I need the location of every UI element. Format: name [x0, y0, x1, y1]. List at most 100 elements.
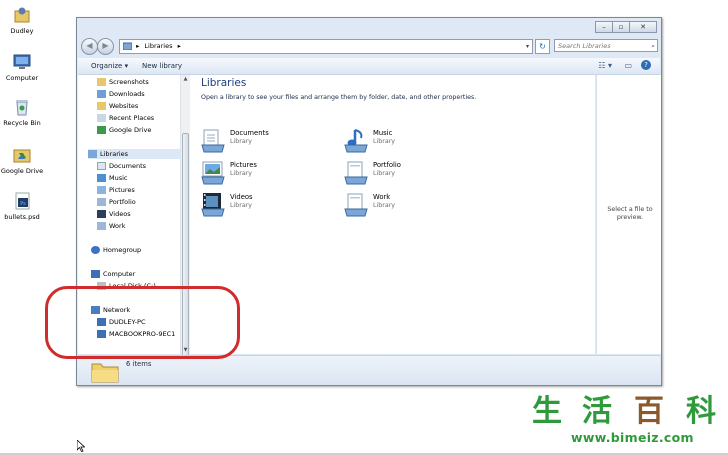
address-dropdown-icon[interactable]: ▾	[526, 40, 529, 53]
pictures-icon	[97, 186, 106, 194]
nav-item-screenshots[interactable]: Screenshots	[97, 77, 149, 87]
videos-icon	[97, 210, 106, 218]
maximize-button[interactable]: ▫	[612, 21, 630, 33]
library-kind: Library	[373, 138, 396, 145]
music-library-icon	[344, 129, 368, 153]
library-icon	[97, 198, 106, 206]
desktop-icon-label: Dudley	[10, 27, 34, 35]
caption-buttons: – ▫ ✕	[595, 21, 657, 33]
organize-button[interactable]: Organize ▾	[88, 60, 131, 72]
forward-button[interactable]: ▶	[97, 38, 114, 55]
library-icon	[344, 193, 368, 217]
watermark-char: 活	[582, 394, 612, 429]
library-name: Documents	[230, 129, 269, 137]
library-portfolio[interactable]: Portfolio Library	[343, 159, 483, 185]
library-kind: Library	[373, 170, 396, 177]
library-icon	[344, 161, 368, 185]
nav-item-downloads[interactable]: Downloads	[97, 89, 145, 99]
folder-icon	[97, 78, 106, 86]
nav-item-documents[interactable]: Documents	[97, 161, 146, 171]
desktop-icon-label: Computer	[5, 74, 39, 82]
content-pane: Libraries Open a library to see your fil…	[190, 75, 595, 354]
search-input[interactable]: Search Libraries ⌕	[554, 39, 658, 52]
minimize-button[interactable]: –	[595, 21, 613, 33]
library-name: Music	[373, 129, 393, 137]
google-drive-icon	[97, 126, 106, 134]
desktop-icon-label: Google Drive	[0, 167, 44, 175]
search-icon[interactable]: ⌕	[651, 40, 655, 53]
details-pane: 6 items	[78, 355, 660, 385]
library-kind: Library	[230, 138, 253, 145]
pictures-library-icon	[201, 161, 225, 185]
photoshop-file-icon: Ps	[15, 192, 30, 210]
back-button[interactable]: ◀	[81, 38, 98, 55]
documents-icon	[97, 162, 106, 170]
homegroup-icon	[91, 246, 100, 254]
library-work[interactable]: Work Library	[343, 191, 483, 217]
desktop-icon-computer[interactable]: Computer	[0, 52, 44, 82]
item-count: 6 items	[126, 360, 152, 368]
library-name: Work	[373, 193, 391, 201]
desktop-icon-label: Recycle Bin	[3, 119, 41, 127]
nav-item-videos[interactable]: Videos	[97, 209, 131, 219]
breadcrumb[interactable]: Libraries	[144, 42, 172, 50]
nav-item-libraries[interactable]: Libraries	[88, 149, 180, 159]
new-library-button[interactable]: New library	[139, 60, 185, 72]
close-button[interactable]: ✕	[629, 21, 657, 33]
recycle-bin-icon	[16, 100, 28, 116]
command-bar: Organize ▾ New library ☷ ▾ ▭ ?	[78, 58, 660, 75]
google-drive-icon	[13, 149, 31, 163]
scroll-up-icon[interactable]: ▲	[181, 76, 190, 82]
nav-item-google-drive[interactable]: Google Drive	[97, 125, 151, 135]
nav-item-work[interactable]: Work	[97, 221, 125, 231]
help-icon[interactable]: ?	[641, 60, 651, 70]
library-kind: Library	[373, 202, 396, 209]
mouse-cursor-icon	[77, 440, 85, 452]
folder-icon	[97, 102, 106, 110]
libraries-icon	[88, 150, 97, 158]
watermark: 生 活 百 科 www.bimeiz.com	[525, 394, 728, 452]
preview-pane-icon[interactable]: ▭	[624, 60, 632, 72]
desktop-icon-google-drive[interactable]: Google Drive	[0, 145, 44, 175]
nav-item-music[interactable]: Music	[97, 173, 128, 183]
desktop-icon-recycle-bin[interactable]: Recycle Bin	[0, 97, 44, 127]
watermark-char: 百	[634, 394, 664, 429]
desktop-icon-label: bullets.psd	[4, 213, 40, 221]
nav-item-pictures[interactable]: Pictures	[97, 185, 135, 195]
desktop-icon-bullets-psd[interactable]: Ps bullets.psd	[0, 191, 44, 221]
library-documents[interactable]: Documents Library	[200, 127, 340, 153]
music-icon	[97, 174, 106, 182]
computer-icon	[91, 270, 100, 278]
desktop-icon-dudley[interactable]: Dudley	[0, 5, 44, 35]
nav-item-computer[interactable]: Computer	[91, 269, 135, 279]
library-name: Videos	[230, 193, 253, 201]
watermark-char: 科	[686, 394, 716, 429]
nav-item-websites[interactable]: Websites	[97, 101, 138, 111]
user-folder-icon	[14, 7, 30, 23]
view-options-icon[interactable]: ☷ ▾	[598, 60, 612, 72]
library-pictures[interactable]: Pictures Library	[200, 159, 340, 185]
libraries-icon	[122, 42, 133, 51]
watermark-url: www.bimeiz.com	[571, 430, 694, 445]
highlight-network-annotation	[45, 286, 240, 359]
library-music[interactable]: Music Library	[343, 127, 483, 153]
watermark-logo: 生 活 百 科	[525, 394, 728, 432]
libraries-folder-icon	[91, 363, 119, 383]
library-videos[interactable]: Videos Library	[200, 191, 340, 217]
nav-item-recent-places[interactable]: Recent Places	[97, 113, 154, 123]
refresh-button[interactable]: ↻	[535, 39, 550, 54]
library-kind: Library	[230, 170, 253, 177]
videos-library-icon	[201, 193, 225, 217]
nav-item-homegroup[interactable]: Homegroup	[91, 245, 141, 255]
preview-pane: Select a file to preview.	[596, 75, 661, 354]
downloads-icon	[97, 90, 106, 98]
documents-library-icon	[201, 129, 225, 153]
library-icon	[97, 222, 106, 230]
library-name: Portfolio	[373, 161, 401, 169]
address-bar[interactable]: ▸ Libraries ▸ ▾	[119, 39, 533, 54]
page-title: Libraries	[201, 77, 247, 89]
recent-places-icon	[97, 114, 106, 122]
preview-message: Select a file to preview.	[607, 206, 653, 221]
refresh-icon: ↻	[539, 42, 546, 51]
nav-item-portfolio[interactable]: Portfolio	[97, 197, 136, 207]
